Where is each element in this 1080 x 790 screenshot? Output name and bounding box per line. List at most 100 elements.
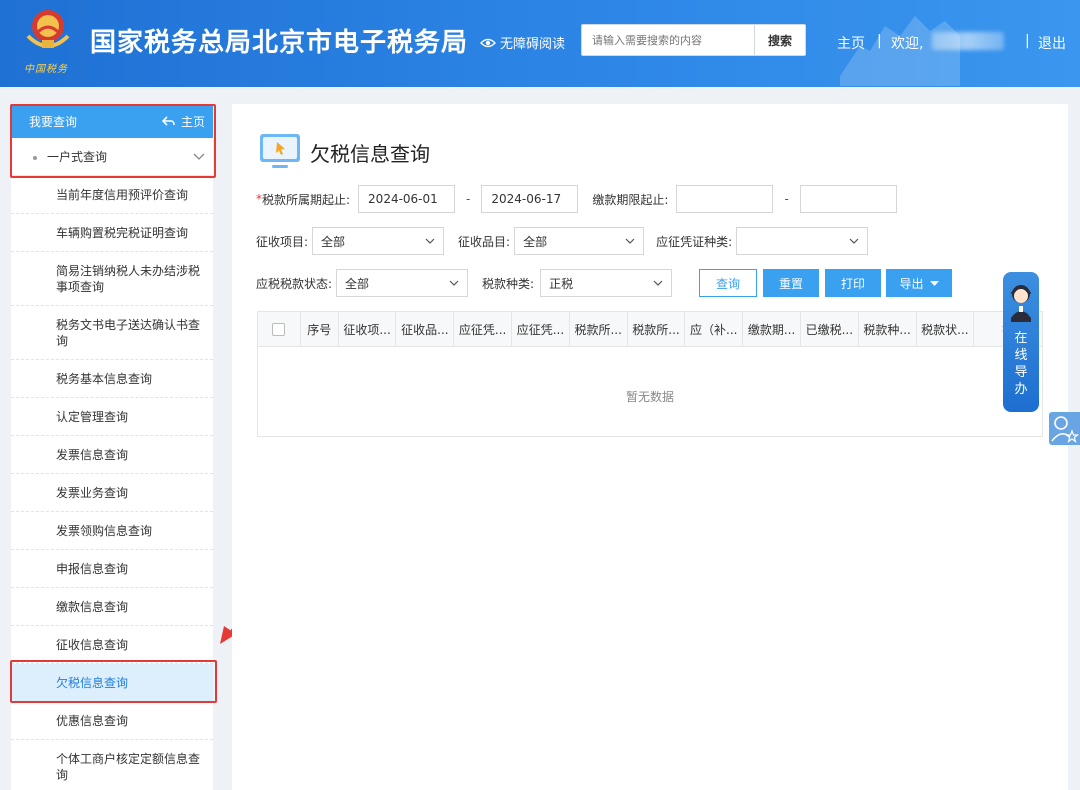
caret-down-icon — [929, 280, 939, 286]
table-header: 序号 征收项... 征收品... 应征凭... 应征凭... 税款所... 税款所... 应（… — [258, 312, 1042, 347]
range-dash: - — [784, 192, 789, 206]
sidebar-item-label: 车辆购置税完税证明查询 — [56, 225, 189, 240]
select-all-checkbox[interactable] — [272, 322, 286, 336]
online-guide-char: 办 — [1014, 382, 1028, 397]
sidebar-item-label: 发票领购信息查询 — [56, 523, 153, 538]
results-table: 序号 征收项... 征收品... 应征凭... 应征凭... 税款所... 税款所... 应（… — [257, 311, 1043, 437]
search-button[interactable]: 搜索 — [754, 25, 805, 55]
table-column-header: 应（补... — [685, 312, 744, 346]
sidebar-item-label: 优惠信息查询 — [56, 713, 129, 728]
logout-link[interactable]: 退出 — [1038, 33, 1066, 53]
table-column-header: 征收项... — [339, 312, 397, 346]
export-button[interactable]: 导出 — [886, 269, 952, 297]
status-select[interactable]: 全部 — [336, 269, 469, 297]
export-label: 导出 — [899, 276, 924, 291]
sidebar-item-label: 当前年度信用预评价查询 — [56, 187, 189, 202]
levy-sub-select[interactable]: 全部 — [514, 227, 645, 255]
print-button[interactable]: 打印 — [825, 269, 881, 297]
sidebar-item[interactable]: 当前年度信用预评价查询 — [11, 176, 213, 214]
table-column-header: 应征凭... — [512, 312, 570, 346]
table-column-header: 税款状... — [917, 312, 975, 346]
sidebar-item-label: 发票信息查询 — [56, 447, 129, 462]
sidebar-item[interactable]: 简易注销纳税人未办结涉税事项查询 — [11, 252, 213, 306]
eye-icon — [480, 38, 496, 47]
user-float-button[interactable] — [1049, 412, 1080, 445]
accessible-reading-label: 无障碍阅读 — [500, 37, 566, 52]
sidebar-item-label: 税务基本信息查询 — [56, 371, 153, 386]
nav-home-link[interactable]: 主页 — [837, 33, 865, 53]
chevron-down-icon — [653, 280, 663, 286]
sidebar-item[interactable]: 优惠信息查询 — [11, 702, 213, 740]
sidebar-item-label: 简易注销纳税人未办结涉税事项查询 — [56, 263, 201, 294]
levy-item-label: 征收项目: — [256, 234, 309, 249]
empty-state: 暂无数据 — [625, 390, 674, 404]
status-label: 应税税款状态: — [256, 276, 333, 291]
search-box: 搜索 — [581, 24, 806, 56]
table-column-header: 税款种... — [859, 312, 917, 346]
chevron-down-icon — [425, 238, 435, 244]
period-start-input[interactable]: 2024-06-01 — [358, 185, 456, 213]
sidebar-item[interactable]: 税务文书电子送达确认书查询 — [11, 306, 213, 360]
sidebar-item[interactable]: 发票信息查询 — [11, 436, 213, 474]
table-column-header: 税款所... — [570, 312, 628, 346]
voucher-type-select[interactable] — [736, 227, 869, 255]
deadline-start-input[interactable] — [676, 185, 774, 213]
sidebar-item-label: 税务文书电子送达确认书查询 — [56, 317, 201, 348]
sidebar-item[interactable]: 申报信息查询 — [11, 550, 213, 588]
top-header: 中国税务 国家税务总局北京市电子税务局 无障碍阅读 搜索 主页 | 欢迎, | … — [0, 0, 1080, 87]
online-guide-char: 导 — [1014, 365, 1028, 380]
user-star-icon — [1051, 416, 1080, 444]
table-column-header: 缴款期... — [743, 312, 801, 346]
sidebar-item[interactable]: 缴款信息查询 — [11, 588, 213, 626]
sidebar-item[interactable]: 认定管理查询 — [11, 398, 213, 436]
nav-separator: | — [1025, 33, 1030, 49]
chevron-down-icon — [849, 238, 859, 244]
chevron-down-icon — [625, 238, 635, 244]
sidebar-item-label: 征收信息查询 — [56, 637, 129, 652]
highlight-box — [10, 660, 217, 703]
voucher-type-label: 应征凭证种类: — [656, 234, 733, 249]
redacted-username — [932, 32, 1004, 50]
sidebar-item-label: 个体工商户核定定额信息查询 — [56, 751, 201, 782]
chevron-down-icon — [449, 280, 459, 286]
sidebar-item-label: 缴款信息查询 — [56, 599, 129, 614]
sidebar-item-label: 发票业务查询 — [56, 485, 129, 500]
online-guide-button[interactable]: 在线导办 — [1003, 272, 1039, 412]
levy-item-value: 全部 — [321, 234, 346, 249]
tax-type-label: 税款种类: — [482, 276, 535, 291]
monitor-icon — [260, 134, 300, 168]
period-label: 税款所属期起止: — [262, 192, 351, 207]
sidebar-item[interactable]: 个体工商户核定定额信息查询 — [11, 740, 213, 790]
highlight-box — [10, 104, 216, 178]
tax-type-select[interactable]: 正税 — [540, 269, 673, 297]
table-column-header: 已缴税... — [801, 312, 859, 346]
deadline-end-input[interactable] — [799, 185, 897, 213]
tax-emblem-icon — [26, 10, 70, 48]
table-column-header: 序号 — [301, 312, 339, 346]
form-row-levy: 征收项目: 全部 征收品目: 全部 应征凭证种类: — [256, 227, 869, 255]
deadline-label: 缴款期限起止: — [592, 192, 669, 207]
accessible-reading-link[interactable]: 无障碍阅读 — [480, 33, 565, 52]
customer-service-avatar-icon — [1010, 285, 1032, 322]
sidebar-item-label: 申报信息查询 — [56, 561, 129, 576]
online-guide-char: 线 — [1014, 348, 1028, 363]
sidebar-item[interactable]: 车辆购置税完税证明查询 — [11, 214, 213, 252]
table-column-header: 税款所... — [628, 312, 686, 346]
sidebar-item[interactable]: 发票业务查询 — [11, 474, 213, 512]
query-button[interactable]: 查询 — [699, 269, 757, 297]
page-title-text: 欠税信息查询 — [310, 141, 430, 166]
search-input[interactable] — [582, 25, 754, 55]
emblem-caption: 中国税务 — [24, 64, 68, 75]
sidebar-item[interactable]: 征收信息查询 — [11, 626, 213, 664]
main-panel: 欠税信息查询 * 税款所属期起止: 2024-06-01 - 2024-06-1… — [232, 104, 1068, 790]
page-title: 欠税信息查询 — [258, 132, 430, 172]
period-end-input[interactable]: 2024-06-17 — [481, 185, 579, 213]
levy-item-select[interactable]: 全部 — [312, 227, 445, 255]
reset-button[interactable]: 重置 — [763, 269, 819, 297]
welcome-text: 欢迎, — [891, 36, 924, 52]
levy-sub-label: 征收品目: — [458, 234, 511, 249]
sidebar-item[interactable]: 发票领购信息查询 — [11, 512, 213, 550]
form-row-status: 应税税款状态: 全部 税款种类: 正税 — [256, 269, 673, 297]
tax-type-value: 正税 — [549, 276, 574, 291]
sidebar-item[interactable]: 税务基本信息查询 — [11, 360, 213, 398]
